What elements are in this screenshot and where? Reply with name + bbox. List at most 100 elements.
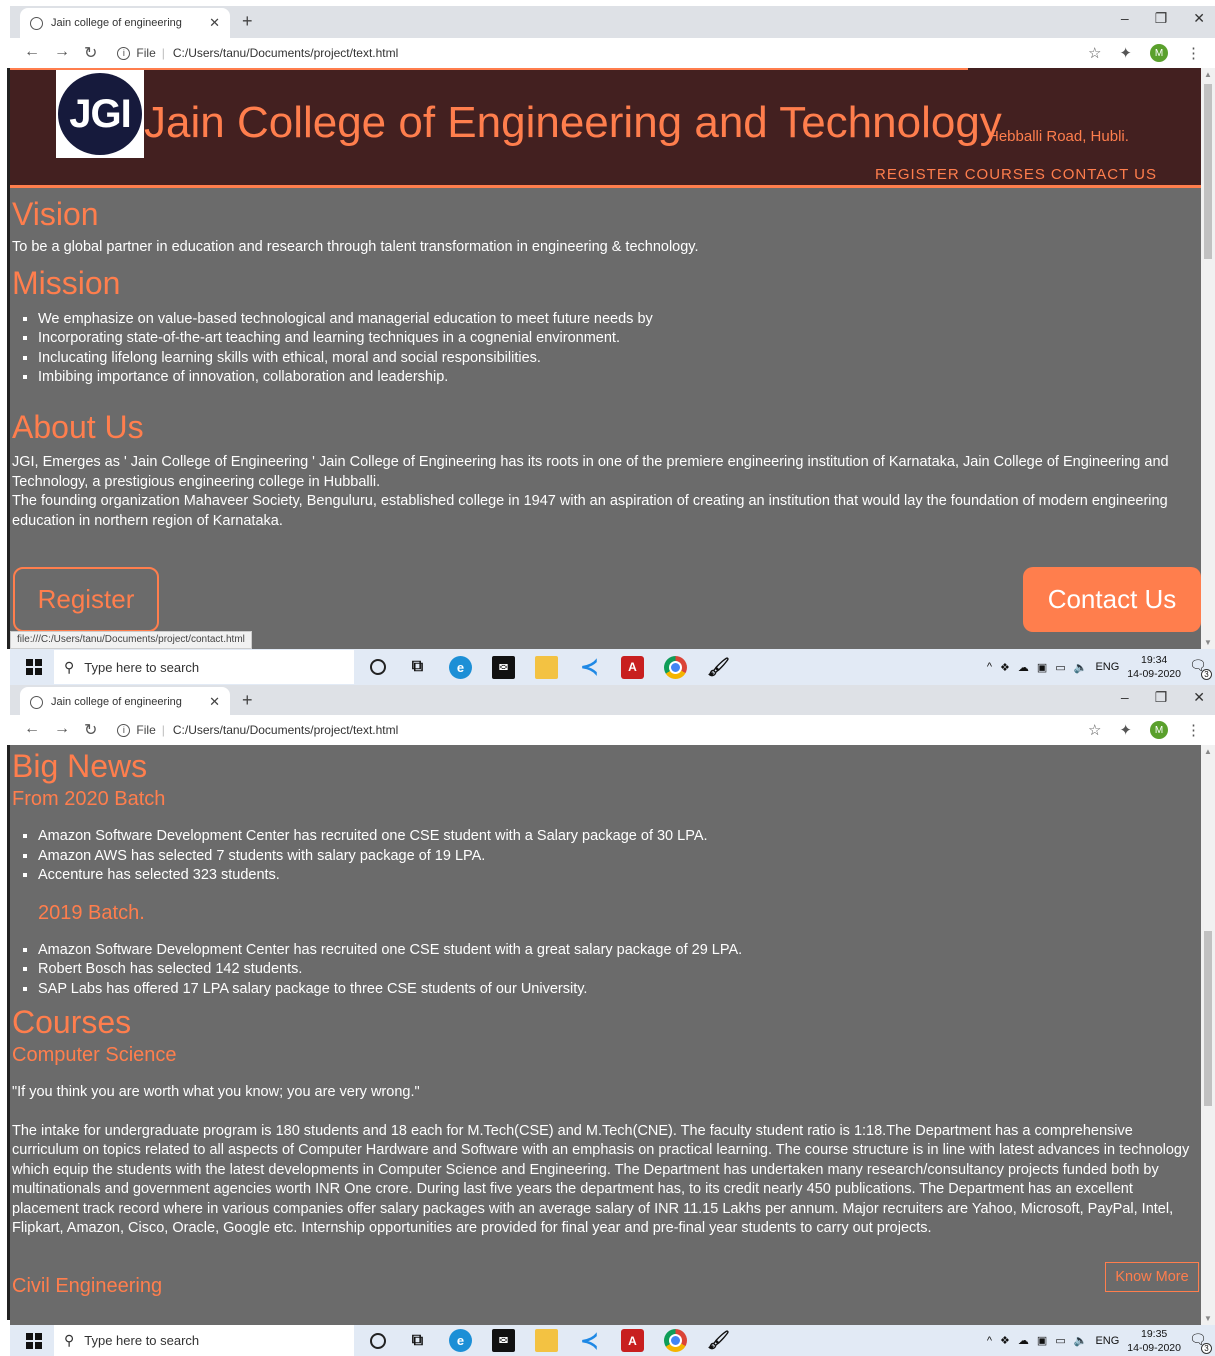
volume-icon[interactable]: 🔈 — [1074, 1334, 1088, 1347]
notification-icon[interactable]: 🗨 3 — [1189, 1331, 1212, 1354]
tray-device-icon[interactable]: ▣ — [1037, 1334, 1047, 1347]
scrollbar-thumb[interactable] — [1204, 931, 1212, 1106]
site-info[interactable]: i File | — [117, 723, 165, 737]
page-scrollbar[interactable]: ▲ ▼ — [1201, 745, 1215, 1325]
windows-start-icon[interactable] — [26, 1332, 42, 1349]
menu-kebab-icon[interactable]: ⋮ — [1186, 721, 1201, 739]
bookmark-star-icon[interactable]: ☆ — [1088, 44, 1101, 62]
back-icon[interactable]: ← — [24, 43, 40, 63]
vscode-icon[interactable]: ≺ — [578, 654, 601, 679]
extensions-icon[interactable]: ✦ — [1119, 44, 1132, 62]
list-item: Accenture has selected 323 students. — [38, 866, 1199, 886]
windows-start-icon[interactable] — [26, 659, 42, 675]
language-indicator[interactable]: ENG — [1095, 661, 1119, 673]
tab-title: Jain college of engineering — [51, 17, 182, 29]
minimize-icon[interactable]: – — [1121, 689, 1129, 706]
file-explorer-icon[interactable] — [535, 1329, 558, 1352]
chrome-icon[interactable] — [664, 655, 687, 679]
site-info[interactable]: i File | — [117, 46, 165, 60]
url-scheme: File — [136, 723, 156, 737]
college-name: Jain College of Engineering and Technolo… — [144, 98, 1002, 147]
profile-avatar[interactable]: M — [1150, 721, 1168, 739]
taskbar-search[interactable]: ⚲ Type here to search — [54, 650, 354, 684]
volume-icon[interactable]: 🔈 — [1074, 661, 1088, 674]
page-scrollbar[interactable]: ▲ ▼ — [1201, 68, 1215, 649]
task-view-icon[interactable]: ⧉ — [406, 1329, 429, 1352]
notification-icon[interactable]: 🗨 3 — [1189, 657, 1212, 680]
window-controls: – ❐ ✕ — [1121, 689, 1205, 706]
new-tab-button[interactable]: + — [242, 11, 253, 32]
scroll-up-icon[interactable]: ▲ — [1204, 747, 1212, 756]
browser-tab[interactable]: Jain college of engineering ✕ — [20, 687, 230, 717]
link-status-url: file:///C:/Users/tanu/Documents/project/… — [10, 631, 252, 649]
extensions-icon[interactable]: ✦ — [1119, 721, 1132, 739]
battery-icon[interactable]: ▭ — [1055, 1334, 1065, 1347]
cortana-icon[interactable] — [370, 1332, 386, 1349]
college-logo: JGI — [56, 70, 144, 158]
civil-engineering-heading: Civil Engineering — [12, 1274, 163, 1297]
tray-chevron-icon[interactable]: ^ — [987, 661, 992, 673]
register-button[interactable]: Register — [13, 567, 159, 632]
mail-icon[interactable]: ✉ — [492, 1329, 515, 1352]
url-input[interactable]: C:/Users/tanu/Documents/project/text.htm… — [173, 46, 398, 60]
tray-app-icon[interactable]: ❖ — [1000, 661, 1010, 674]
language-indicator[interactable]: ENG — [1095, 1335, 1119, 1347]
tray-app-icon[interactable]: ❖ — [1000, 1334, 1010, 1347]
forward-icon[interactable]: → — [54, 720, 70, 740]
clock[interactable]: 19:35 14-09-2020 — [1127, 1327, 1181, 1355]
chrome-icon[interactable] — [664, 1329, 687, 1352]
profile-avatar[interactable]: M — [1150, 44, 1168, 62]
forward-icon[interactable]: → — [54, 43, 70, 63]
taskbar-search[interactable]: ⚲ Type here to search — [54, 1325, 354, 1356]
acrobat-icon[interactable]: A — [621, 1329, 644, 1352]
tab-close-icon[interactable]: ✕ — [209, 694, 220, 710]
contact-us-button[interactable]: Contact Us — [1023, 567, 1201, 632]
edge-icon[interactable]: e — [449, 655, 472, 679]
browser-tab[interactable]: Jain college of engineering ✕ — [20, 8, 230, 38]
restore-icon[interactable]: ❐ — [1155, 10, 1168, 27]
acrobat-icon[interactable]: A — [621, 655, 644, 679]
task-view-icon[interactable]: ⧉ — [406, 656, 429, 679]
onedrive-icon[interactable]: ☁ — [1018, 661, 1029, 674]
tray-device-icon[interactable]: ▣ — [1037, 661, 1047, 674]
know-more-button[interactable]: Know More — [1105, 1262, 1199, 1292]
back-icon[interactable]: ← — [24, 720, 40, 740]
tab-close-icon[interactable]: ✕ — [209, 15, 220, 31]
mail-icon[interactable]: ✉ — [492, 655, 515, 679]
nav-register[interactable]: REGISTER — [875, 166, 960, 183]
reload-icon[interactable]: ↻ — [84, 43, 97, 63]
file-explorer-icon[interactable] — [535, 655, 558, 679]
battery-icon[interactable]: ▭ — [1055, 661, 1065, 674]
vscode-icon[interactable]: ≺ — [578, 1328, 601, 1353]
cortana-icon[interactable] — [370, 659, 386, 675]
url-input[interactable]: C:/Users/tanu/Documents/project/text.htm… — [173, 723, 398, 737]
new-tab-button[interactable]: + — [242, 690, 253, 711]
reload-icon[interactable]: ↻ — [84, 720, 97, 740]
paint-icon[interactable]: 🖌 — [707, 1329, 730, 1352]
list-item: Robert Bosch has selected 142 students. — [38, 960, 1199, 980]
batch-2019-heading: 2019 Batch. — [38, 901, 145, 924]
scrollbar-thumb[interactable] — [1204, 84, 1212, 259]
nav-courses[interactable]: COURSES — [965, 166, 1046, 183]
scroll-up-icon[interactable]: ▲ — [1204, 70, 1212, 79]
close-window-icon[interactable]: ✕ — [1193, 10, 1205, 27]
nav-contact-us[interactable]: CONTACT US — [1051, 166, 1157, 183]
onedrive-icon[interactable]: ☁ — [1018, 1334, 1029, 1347]
about-text-1: JGI, Emerges as ' Jain College of Engine… — [12, 454, 1169, 490]
scroll-down-icon[interactable]: ▼ — [1204, 1314, 1212, 1323]
about-heading: About Us — [12, 408, 144, 445]
restore-icon[interactable]: ❐ — [1155, 689, 1168, 706]
bookmark-star-icon[interactable]: ☆ — [1088, 721, 1101, 739]
scroll-down-icon[interactable]: ▼ — [1204, 638, 1212, 647]
clock-time: 19:35 — [1141, 1327, 1168, 1340]
tray-chevron-icon[interactable]: ^ — [987, 1335, 992, 1347]
minimize-icon[interactable]: – — [1121, 10, 1129, 27]
edge-icon[interactable]: e — [449, 1329, 472, 1352]
menu-kebab-icon[interactable]: ⋮ — [1186, 44, 1201, 62]
paint-icon[interactable]: 🖌 — [707, 656, 730, 679]
info-icon: i — [117, 46, 131, 60]
window-edge — [0, 685, 10, 1356]
browser-window-bottom: Jain college of engineering ✕ + – ❐ ✕ ← … — [0, 685, 1215, 1356]
clock[interactable]: 19:34 14-09-2020 — [1127, 653, 1181, 681]
close-window-icon[interactable]: ✕ — [1193, 689, 1205, 706]
